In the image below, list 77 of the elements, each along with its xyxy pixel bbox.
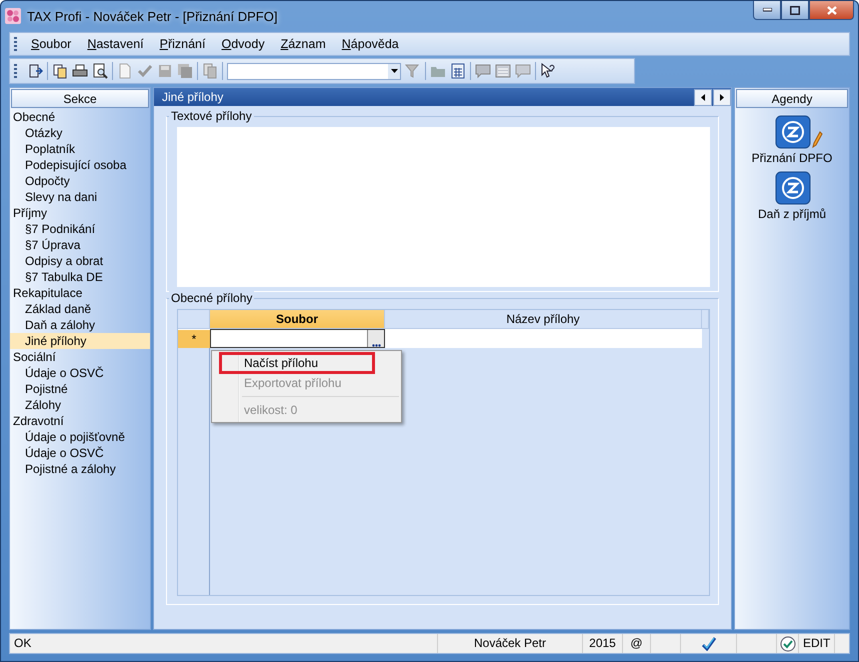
section-item[interactable]: Údaje o OSVČ bbox=[10, 365, 150, 381]
section-item[interactable]: Údaje o pojišťovně bbox=[10, 429, 150, 445]
section-item[interactable]: Slevy na dani bbox=[10, 189, 150, 205]
message-icon[interactable] bbox=[475, 63, 491, 79]
column-header[interactable]: Soubor bbox=[210, 310, 385, 329]
checkmark-icon bbox=[702, 636, 716, 650]
maximize-icon bbox=[790, 6, 800, 14]
left-arrow-icon bbox=[701, 94, 705, 100]
exit-icon[interactable] bbox=[27, 63, 43, 79]
menu-item[interactable]: Záznam bbox=[272, 37, 334, 51]
minimize-icon bbox=[762, 8, 772, 12]
previous-button[interactable] bbox=[694, 88, 712, 106]
section-item[interactable]: Odpisy a obrat bbox=[10, 253, 150, 269]
panel-header: Sekce bbox=[11, 89, 149, 108]
next-button[interactable] bbox=[713, 88, 731, 106]
dropdown-arrow-icon bbox=[390, 69, 398, 73]
header-filler bbox=[702, 310, 709, 329]
agenda-label[interactable]: Přiznání DPFO bbox=[752, 151, 832, 165]
menu-item[interactable]: Nastavení bbox=[79, 37, 152, 51]
file-input-field[interactable] bbox=[210, 329, 385, 348]
agenda-icon[interactable] bbox=[774, 115, 811, 149]
browse-button[interactable] bbox=[367, 330, 384, 347]
section-item[interactable]: Pojistné bbox=[10, 381, 150, 397]
check-circle-icon bbox=[780, 636, 796, 652]
help-pointer-icon[interactable] bbox=[540, 63, 556, 79]
column-header[interactable]: Název přílohy bbox=[385, 310, 702, 329]
text-attachment-field[interactable] bbox=[177, 127, 710, 287]
grid-corner bbox=[178, 310, 210, 329]
status-at: @ bbox=[623, 634, 651, 653]
checkmark-icon[interactable] bbox=[137, 63, 153, 79]
panel-header: Agendy bbox=[736, 89, 848, 108]
menu-item[interactable]: Načíst přílohu bbox=[220, 353, 374, 373]
app-logo-icon bbox=[5, 8, 21, 24]
minimize-button[interactable] bbox=[753, 1, 781, 20]
close-icon bbox=[826, 6, 836, 14]
ellipsis-icon bbox=[372, 344, 380, 347]
section-group[interactable]: Zdravotní bbox=[10, 413, 150, 429]
status-mode: EDIT bbox=[799, 634, 835, 653]
right-arrow-icon bbox=[720, 94, 724, 100]
section-item[interactable]: Poplatník bbox=[10, 141, 150, 157]
window-title: TAX Profi - Nováček Petr - [Přiznání DPFO] bbox=[27, 8, 278, 24]
section-group[interactable]: Příjmy bbox=[10, 205, 150, 221]
list-icon[interactable] bbox=[495, 63, 511, 79]
section-item[interactable]: §7 Úprava bbox=[10, 237, 150, 253]
group-title: Obecné přílohy bbox=[169, 291, 254, 305]
menu-item[interactable]: Nápověda bbox=[334, 37, 407, 51]
section-item[interactable]: Podepisující osoba bbox=[10, 157, 150, 173]
close-button[interactable] bbox=[809, 1, 854, 20]
print-preview-icon[interactable] bbox=[92, 63, 108, 79]
new-row-marker: * bbox=[178, 329, 210, 348]
menu-item[interactable]: Přiznání bbox=[152, 37, 214, 51]
menu-item[interactable]: Soubor bbox=[23, 37, 80, 51]
section-item[interactable]: §7 Tabulka DE bbox=[10, 269, 150, 285]
status-message: OK bbox=[10, 634, 438, 653]
section-group[interactable]: Sociální bbox=[10, 349, 150, 365]
section-item[interactable]: Daň a zálohy bbox=[10, 317, 150, 333]
panel-title: Jiné přílohy bbox=[162, 90, 224, 104]
agenda-icon[interactable] bbox=[775, 171, 811, 205]
group-title: Textové přílohy bbox=[169, 109, 254, 123]
menu-item[interactable]: Odvody bbox=[214, 37, 273, 51]
section-item[interactable]: Zálohy bbox=[10, 397, 150, 413]
status-user: Nováček Petr bbox=[438, 634, 583, 653]
calculator-icon[interactable] bbox=[450, 63, 466, 79]
section-item[interactable]: Jiné přílohy bbox=[10, 333, 150, 349]
section-item[interactable]: Odpočty bbox=[10, 173, 150, 189]
printer-icon[interactable] bbox=[72, 63, 88, 79]
status-year: 2015 bbox=[583, 634, 623, 653]
section-item[interactable]: Otázky bbox=[10, 125, 150, 141]
copy-icon[interactable] bbox=[52, 63, 68, 79]
section-item[interactable]: Pojistné a zálohy bbox=[10, 461, 150, 477]
section-item[interactable]: §7 Podnikání bbox=[10, 221, 150, 237]
maximize-button[interactable] bbox=[781, 1, 809, 20]
agenda-label[interactable]: Daň z příjmů bbox=[758, 207, 826, 221]
section-group[interactable]: Obecné bbox=[10, 109, 150, 125]
section-group[interactable]: Rekapitulace bbox=[10, 285, 150, 301]
section-item[interactable]: Základ daně bbox=[10, 301, 150, 317]
section-item[interactable]: Údaje o OSVČ bbox=[10, 445, 150, 461]
